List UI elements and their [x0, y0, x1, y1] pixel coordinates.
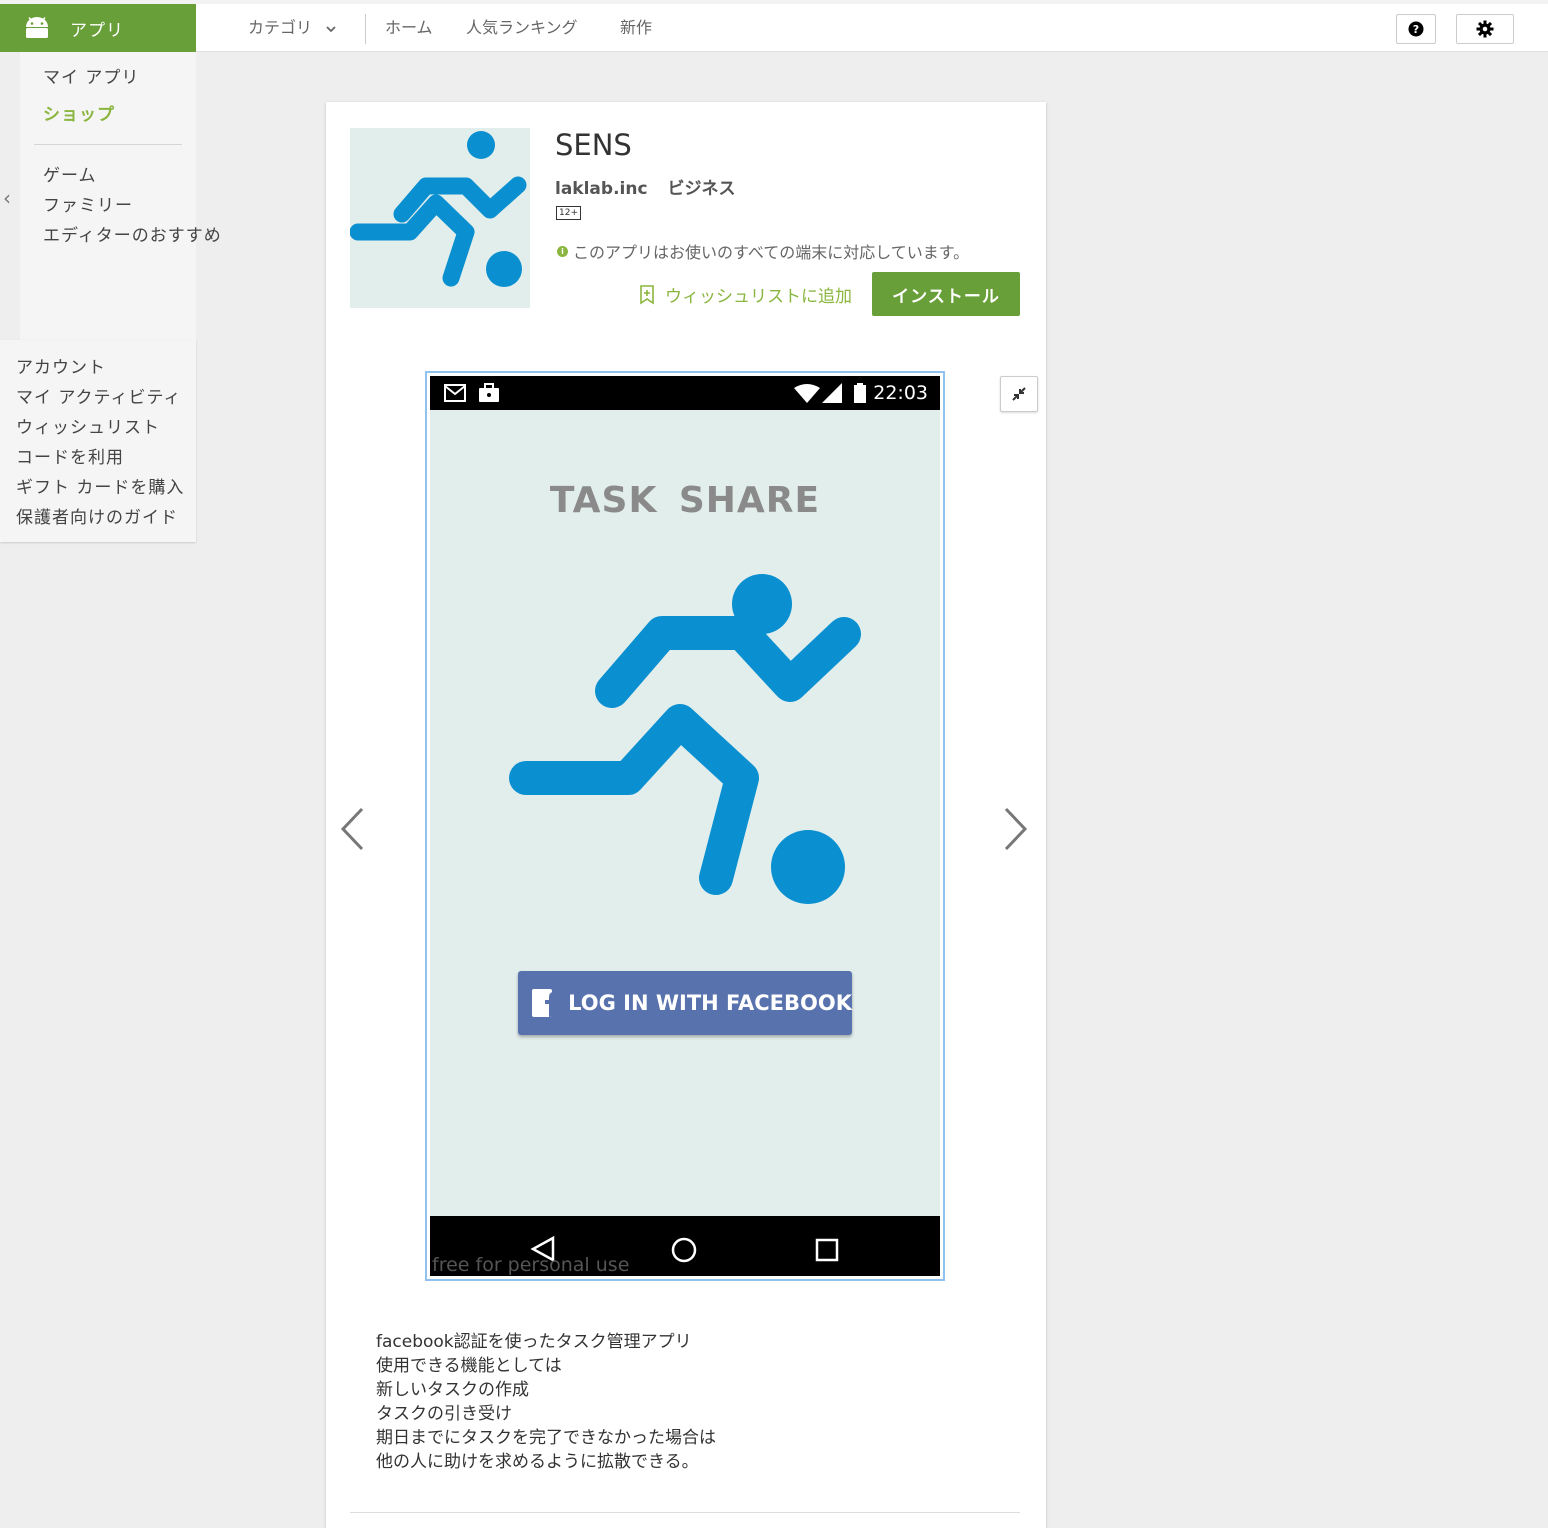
compatibility-text: このアプリはお使いのすべての端末に対応しています。: [573, 243, 970, 262]
phone-nav-bar: free for personal use: [430, 1216, 940, 1276]
chevron-left-icon: [340, 807, 364, 851]
account-item-parent-guide[interactable]: 保護者向けのガイド: [16, 503, 178, 528]
install-button[interactable]: インストール: [872, 272, 1020, 316]
phone-screenshot: 22:03 TASK SHARE LOG IN WITH FACEBOOK fr…: [430, 376, 940, 1276]
sidebar-item-games[interactable]: ゲーム: [43, 161, 97, 186]
apps-brand-tab[interactable]: アプリ: [0, 4, 196, 52]
content-rating-badge: 12+: [556, 206, 581, 220]
add-to-wishlist-button[interactable]: ウィッシュリストに追加: [639, 282, 852, 307]
nav-home[interactable]: ホーム: [385, 4, 433, 52]
exit-fullscreen-button[interactable]: [1000, 376, 1038, 412]
recents-icon: [815, 1238, 839, 1262]
chevron-right-icon: [1004, 807, 1028, 851]
nav-new-releases[interactable]: 新作: [620, 4, 652, 52]
sidebar-divider: [34, 144, 182, 145]
account-item-gift-card[interactable]: ギフト カードを購入: [16, 473, 184, 498]
android-icon: [26, 17, 48, 38]
facebook-icon: [532, 989, 553, 1017]
description-line: 使用できる機能としては: [376, 1356, 562, 1376]
category-link[interactable]: ビジネス: [667, 179, 735, 199]
screenshot-app-title: TASK SHARE: [549, 480, 821, 521]
watermark-text: free for personal use: [432, 1254, 630, 1276]
nav-top-charts[interactable]: 人気ランキング: [466, 4, 578, 52]
description-line: タスクの引き受け: [376, 1404, 512, 1424]
description-line: 他の人に助けを求めるように拡散できる。: [376, 1452, 699, 1472]
sidebar-collapse-icon[interactable]: ‹: [3, 186, 11, 210]
app-details-card: SENS laklab.inc ビジネス 12+ i このアプリはお使いのすべて…: [326, 102, 1046, 1528]
wifi-icon: [794, 384, 820, 403]
top-bar: アプリ カテゴリ ホーム 人気ランキング 新作 ?: [0, 4, 1548, 52]
app-meta: laklab.inc ビジネス: [555, 174, 749, 199]
settings-button[interactable]: [1456, 14, 1514, 44]
sidebar-item-shop[interactable]: ショップ: [43, 100, 115, 125]
developer-link[interactable]: laklab.inc: [555, 179, 648, 199]
apps-brand-label: アプリ: [70, 20, 124, 41]
category-dropdown[interactable]: カテゴリ: [248, 4, 337, 52]
signal-icon: [822, 383, 842, 403]
runner-icon: [349, 131, 527, 287]
carousel-next-button[interactable]: [1004, 807, 1028, 859]
briefcase-icon: [479, 383, 499, 402]
section-divider: [350, 1512, 1020, 1513]
help-icon: ?: [1408, 21, 1424, 37]
description-line: 期日までにタスクを完了できなかった場合は: [376, 1428, 716, 1448]
app-description: facebook認証を使ったタスク管理アプリ 使用できる機能としては 新しいタス…: [376, 1330, 716, 1474]
wishlist-label: ウィッシュリストに追加: [665, 287, 852, 307]
chevron-down-icon: [326, 25, 336, 32]
app-icon: [349, 128, 530, 308]
category-label: カテゴリ: [248, 18, 313, 37]
account-item-activity[interactable]: マイ アクティビティ: [16, 383, 182, 408]
runner-illustration: [509, 574, 861, 904]
sidebar-item-my-apps[interactable]: マイ アプリ: [43, 63, 139, 88]
info-icon: i: [557, 245, 568, 257]
description-line: facebook認証を使ったタスク管理アプリ: [376, 1332, 692, 1352]
account-item-account[interactable]: アカウント: [16, 353, 106, 378]
account-menu: アカウント マイ アクティビティ ウィッシュリスト コードを利用 ギフト カード…: [0, 340, 196, 542]
account-item-wishlist[interactable]: ウィッシュリスト: [16, 413, 160, 438]
home-circle-icon: [671, 1237, 697, 1263]
phone-status-bar: 22:03: [430, 376, 940, 410]
app-title: SENS: [555, 128, 632, 162]
compatibility-note: i このアプリはお使いのすべての端末に対応しています。: [557, 239, 969, 263]
status-time: 22:03: [873, 382, 928, 404]
help-button[interactable]: ?: [1396, 14, 1436, 44]
description-line: 新しいタスクの作成: [376, 1380, 529, 1400]
facebook-login-label: LOG IN WITH FACEBOOK: [568, 991, 852, 1015]
gear-icon: [1476, 20, 1494, 38]
gmail-icon: [444, 384, 466, 402]
screenshot-frame[interactable]: 22:03 TASK SHARE LOG IN WITH FACEBOOK fr…: [425, 371, 945, 1281]
collapse-icon: [1012, 387, 1026, 401]
battery-icon: [854, 383, 866, 403]
sidebar-item-family[interactable]: ファミリー: [43, 191, 133, 216]
nav-divider: [365, 14, 366, 44]
account-item-redeem[interactable]: コードを利用: [16, 443, 124, 468]
carousel-prev-button[interactable]: [340, 807, 364, 859]
svg-text:?: ?: [1413, 23, 1419, 36]
bookmark-add-icon: [640, 284, 654, 304]
sidebar-item-editors-choice[interactable]: エディターのおすすめ: [43, 221, 222, 246]
facebook-login-button: LOG IN WITH FACEBOOK: [518, 971, 852, 1035]
